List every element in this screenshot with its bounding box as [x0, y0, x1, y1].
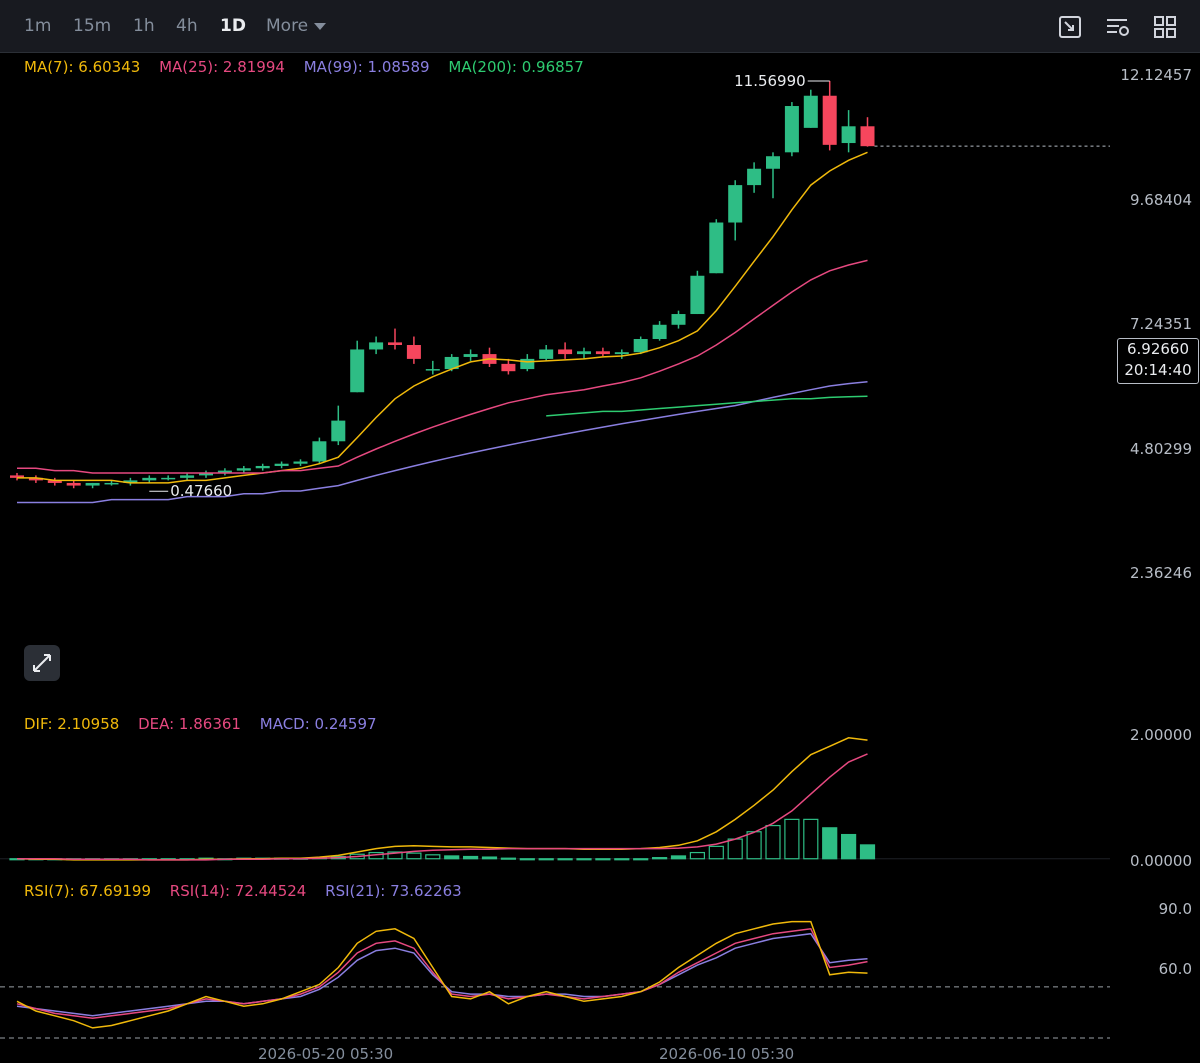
candle-body: [350, 349, 365, 393]
rsi21-line: [16, 932, 868, 1017]
macd-histogram-bar: [670, 855, 687, 860]
chart-canvas[interactable]: 11.56990 0.47660: [0, 52, 1110, 1052]
macd-histogram-bar: [519, 858, 535, 861]
macd-histogram-bar: [406, 852, 422, 860]
macd-tick: 0.00000: [1129, 852, 1192, 870]
candle-body: [236, 468, 251, 471]
price-tick: 9.68404: [1129, 191, 1192, 209]
candle-body: [841, 126, 856, 144]
layout-grid-icon[interactable]: [1152, 14, 1178, 40]
macd-histogram-bar: [576, 858, 592, 861]
ma25-line: [17, 259, 868, 474]
candle-body: [614, 352, 629, 355]
current-price: 6.92660: [1126, 340, 1190, 358]
macd-histogram-bar: [614, 858, 630, 861]
more-timeframes-dropdown[interactable]: More: [266, 16, 327, 36]
candle-body: [520, 358, 535, 370]
candle-body: [784, 106, 799, 153]
candle-body: [388, 342, 402, 346]
macd-histogram-bar: [708, 845, 724, 860]
rsi14-line: [16, 927, 868, 1020]
candle-body: [180, 475, 195, 478]
macd-histogram-bar: [651, 857, 668, 860]
macd-histogram-bar: [481, 856, 498, 860]
macd-histogram-bar: [859, 844, 876, 860]
macd-histogram-bar: [595, 858, 611, 861]
candle-body: [595, 351, 610, 355]
macd-histogram-bar: [633, 858, 649, 861]
rsi-tick: 60.0: [1158, 960, 1192, 978]
candle-countdown: 20:14:40: [1124, 361, 1192, 379]
candle-body: [671, 314, 686, 325]
candle-body: [463, 354, 478, 357]
macd-histogram-bar: [463, 855, 479, 860]
low-price-label: 0.47660: [170, 482, 232, 500]
macd-histogram-bar: [765, 824, 781, 860]
macd-histogram-bar: [746, 831, 762, 860]
candle-body: [539, 349, 554, 359]
macd-histogram-bar: [822, 827, 838, 860]
chevron-down-icon: [314, 22, 327, 30]
more-label: More: [266, 16, 309, 36]
candle-body: [293, 461, 308, 464]
macd-histogram-bar: [803, 818, 819, 860]
macd-histogram-bar: [425, 854, 441, 860]
timeframe-1m[interactable]: 1m: [24, 16, 51, 36]
candle-body: [652, 324, 667, 340]
macd-histogram-bar: [727, 838, 743, 860]
candle-body: [860, 126, 875, 147]
price-tick: 7.24351: [1129, 315, 1192, 333]
timeframe-1d[interactable]: 1D: [220, 16, 246, 36]
candle-body: [709, 222, 724, 274]
candle-body: [633, 339, 648, 353]
price-tick: 12.12457: [1120, 66, 1192, 84]
macd-histogram-bar: [840, 833, 857, 860]
macd-histogram-bar: [500, 857, 516, 860]
price-tick: 2.36246: [1129, 564, 1192, 582]
candle-body: [142, 477, 157, 481]
macd-histogram-bar: [689, 851, 706, 860]
candle-body: [312, 441, 327, 462]
candle-body: [66, 482, 81, 486]
candle-body: [558, 349, 573, 355]
toolbar: 1m 15m 1h 4h 1D More: [0, 0, 1200, 53]
dea-line: [17, 753, 868, 861]
timeframe-4h[interactable]: 4h: [176, 16, 198, 36]
dif-line: [16, 737, 868, 861]
macd-histogram-bar: [538, 858, 554, 861]
candle-body: [501, 363, 516, 372]
current-price-tag: 6.92660 20:14:40: [1117, 338, 1199, 384]
candle-body: [728, 185, 743, 223]
candle-body: [255, 465, 270, 469]
candle-body: [803, 95, 818, 128]
candle-body: [85, 482, 100, 486]
candle-body: [406, 345, 421, 359]
rsi-tick: 90.0: [1158, 900, 1192, 918]
ma99-line: [17, 381, 868, 504]
chart-screenshot-icon[interactable]: [1057, 14, 1083, 40]
macd-histogram-bar: [557, 858, 573, 861]
macd-tick: 2.00000: [1129, 726, 1192, 744]
candle-body: [161, 477, 176, 480]
candle-body: [577, 351, 591, 355]
price-tick: 4.80299: [1129, 440, 1192, 458]
candle-body: [766, 156, 780, 169]
ma200-line: [546, 395, 868, 417]
candle-body: [822, 95, 837, 145]
timeframe-15m[interactable]: 15m: [73, 16, 111, 36]
candle-body: [274, 463, 289, 466]
candle-body: [425, 369, 440, 371]
indicator-settings-icon[interactable]: [1105, 14, 1131, 40]
macd-histogram-bar: [784, 818, 800, 860]
candle-body: [104, 482, 119, 485]
candle-body: [369, 342, 384, 350]
high-price-label: 11.56990: [734, 72, 806, 90]
candle-body: [690, 275, 705, 315]
macd-histogram-bar: [444, 855, 460, 860]
candle-body: [331, 420, 346, 442]
candle-body: [747, 168, 762, 186]
timeframe-1h[interactable]: 1h: [133, 16, 155, 36]
